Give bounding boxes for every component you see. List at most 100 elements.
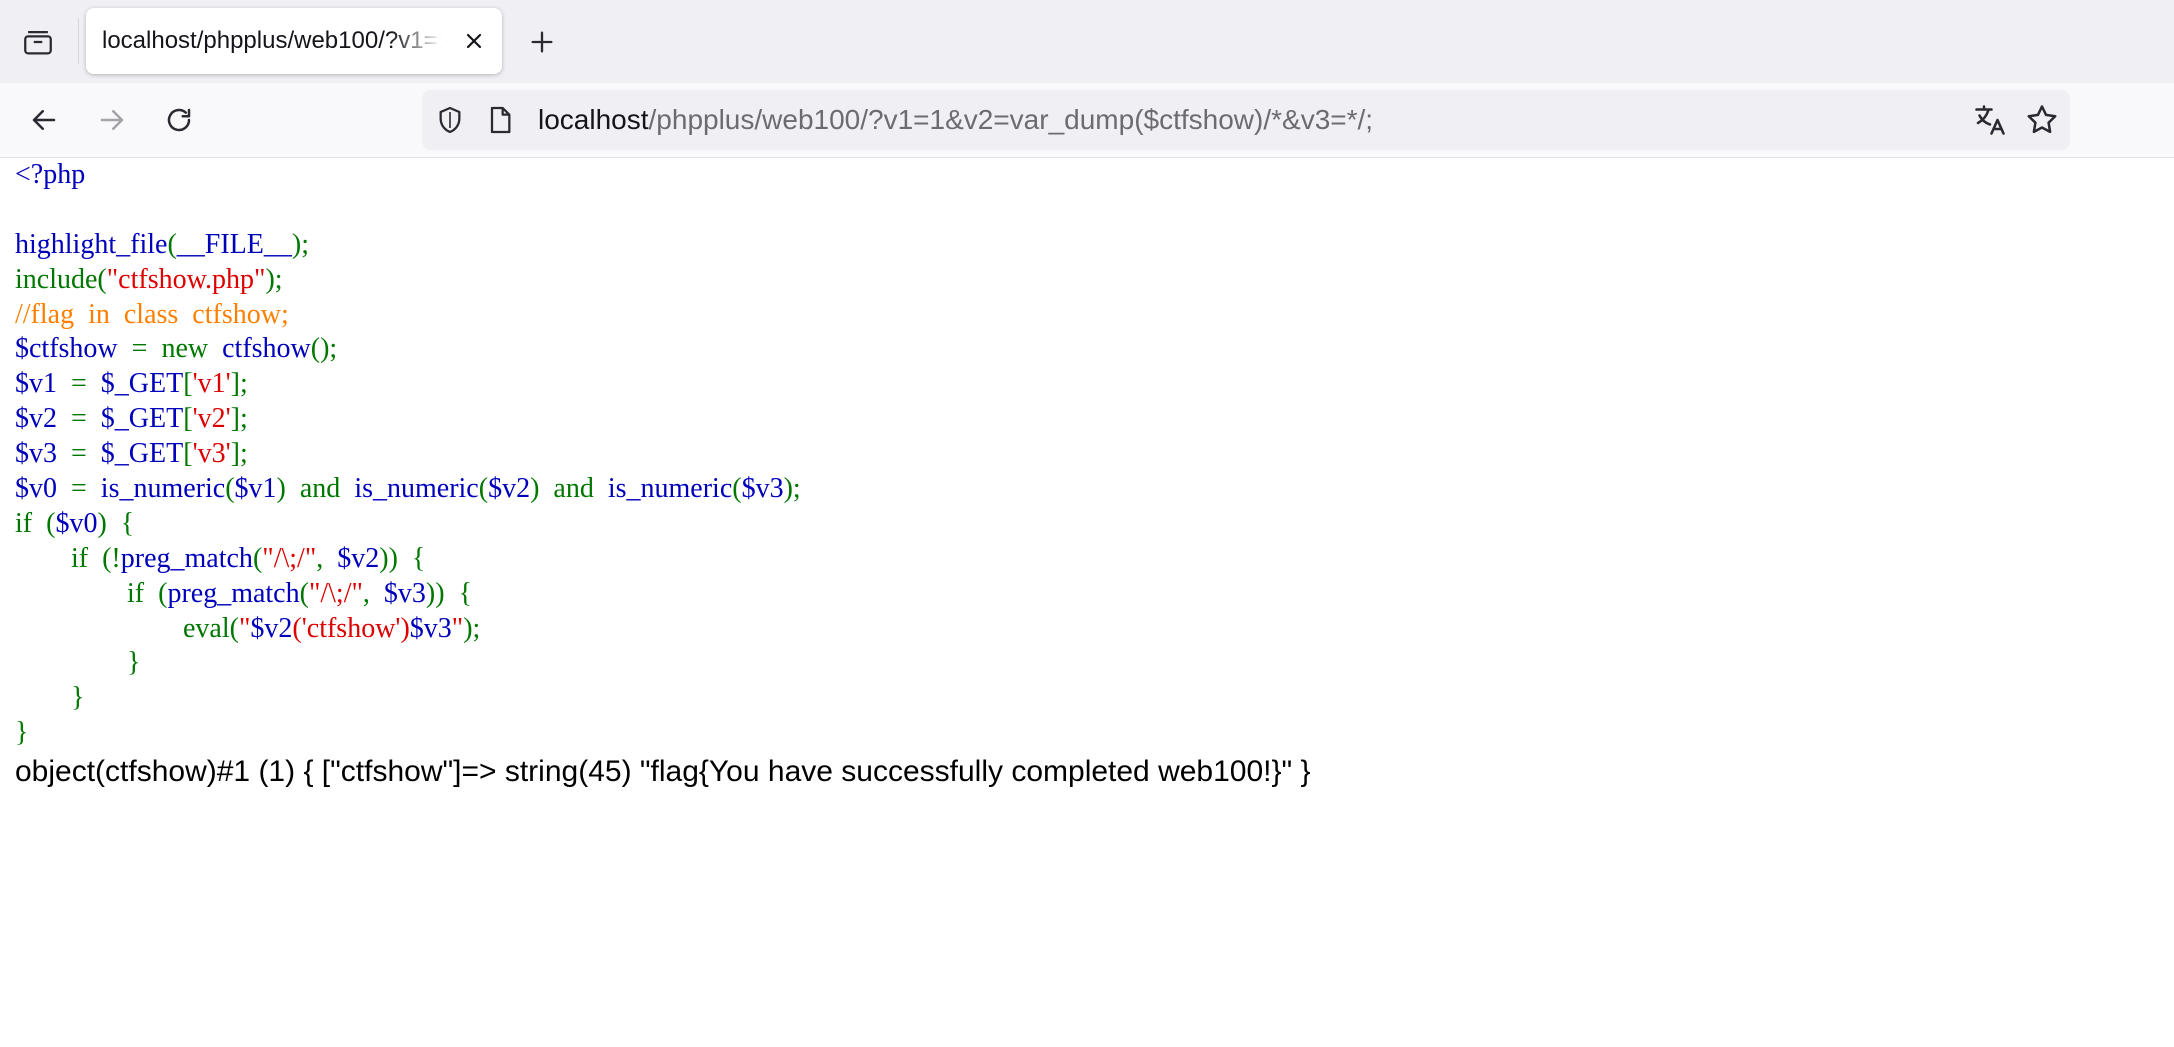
url-host: localhost xyxy=(538,104,649,135)
code-token-keyword: ); xyxy=(783,473,801,505)
code-token-keyword: [ xyxy=(183,438,193,470)
code-token-default: $v1 xyxy=(15,368,64,400)
back-arrow-icon xyxy=(32,110,56,130)
code-line: include("ctfshow.php"); xyxy=(15,263,2155,298)
code-token-keyword: ( xyxy=(252,542,263,574)
code-token-keyword: = xyxy=(64,473,94,505)
code-line: } xyxy=(15,646,2155,681)
code-token-keyword: ]; xyxy=(230,438,248,470)
plus-icon xyxy=(531,31,553,53)
code-token-default: $v3 xyxy=(409,612,452,644)
code-token-keyword: } xyxy=(15,682,85,714)
tab-close-button[interactable] xyxy=(458,25,490,57)
code-line: //flag in class ctfshow; xyxy=(15,298,2155,333)
code-token-default: $v3 xyxy=(741,473,784,505)
code-token-keyword: if (! xyxy=(15,542,121,574)
code-token-default: $v0 xyxy=(55,507,98,539)
code-token-default: is_numeric xyxy=(347,473,479,505)
code-token-keyword: ( xyxy=(225,473,235,505)
code-token-keyword: ); xyxy=(265,263,283,295)
code-token-keyword: ( xyxy=(167,228,177,260)
code-token-default: ctfshow xyxy=(215,333,311,365)
code-token-default: $v3 xyxy=(376,577,426,609)
php-source-code: <?php highlight_file(__FILE__); include("c… xyxy=(15,158,2155,751)
code-token-default: preg_match xyxy=(167,577,300,609)
code-token-keyword: ) and xyxy=(276,473,348,505)
url-text[interactable]: localhost/phpplus/web100/?v1=1&v2=var_du… xyxy=(538,90,1373,150)
code-token-default: <?php xyxy=(15,159,86,190)
code-token-default: is_numeric xyxy=(93,473,226,505)
code-line: $ctfshow = new ctfshow(); xyxy=(15,332,2155,367)
code-token-string: ('ctfshow') xyxy=(292,612,410,644)
code-line: } xyxy=(15,716,2155,751)
code-token-default: $v1 xyxy=(234,473,277,505)
code-token-keyword: )) { xyxy=(379,542,426,574)
code-token-default: is_numeric xyxy=(600,473,733,505)
tab-overview-icon xyxy=(24,30,52,55)
translate-icon[interactable] xyxy=(1972,102,2008,138)
code-line: if ($v0) { xyxy=(15,507,2155,542)
code-token-string: 'v3' xyxy=(192,438,231,470)
code-token-keyword: , xyxy=(362,577,377,609)
code-token-keyword: ) and xyxy=(530,473,601,505)
code-token-string: 'v2' xyxy=(192,403,231,435)
code-token-keyword: ( xyxy=(478,473,489,505)
address-bar[interactable]: localhost/phpplus/web100/?v1=1&v2=var_du… xyxy=(422,90,2070,150)
code-line: eval("$v2('ctfshow')$v3"); xyxy=(15,612,2155,647)
tab-strip-separator xyxy=(78,18,79,64)
code-token-keyword: ); xyxy=(463,612,481,644)
page-icon[interactable] xyxy=(484,104,516,136)
url-path: /phpplus/web100/?v1=1&v2=var_dump($ctfsh… xyxy=(648,104,1374,135)
code-line: $v2 = $_GET['v2']; xyxy=(15,402,2155,437)
code-token-keyword: if ( xyxy=(15,577,168,609)
forward-button[interactable] xyxy=(90,98,134,142)
code-token-default: $v0 xyxy=(15,473,64,505)
code-token-string: " xyxy=(238,612,251,644)
code-token-string: " xyxy=(451,612,464,644)
reload-icon xyxy=(167,108,191,132)
code-token-keyword: = xyxy=(64,403,94,435)
back-button[interactable] xyxy=(22,98,66,142)
code-token-keyword: if ( xyxy=(15,507,56,539)
code-token-default: __FILE__ xyxy=(176,228,292,260)
code-token-default: $v2 xyxy=(330,542,380,574)
code-line: $v3 = $_GET['v3']; xyxy=(15,437,2155,472)
new-tab-button[interactable] xyxy=(522,22,562,62)
code-token-keyword: eval( xyxy=(15,612,239,644)
code-token-string: 'v1' xyxy=(192,368,231,400)
tab-active[interactable]: localhost/phpplus/web100/?v1=1&v2=var_du… xyxy=(86,8,502,74)
code-token-keyword: = xyxy=(64,368,94,400)
code-line: if (preg_match("/\;/", $v3)) { xyxy=(15,577,2155,612)
var-dump-output: object(ctfshow)#1 (1) { ["ctfshow"]=> st… xyxy=(15,755,1311,789)
tab-title: localhost/phpplus/web100/?v1=1&v2=var_du… xyxy=(102,27,442,54)
code-token-keyword: [ xyxy=(183,368,193,400)
code-line: if (!preg_match("/\;/", $v2)) { xyxy=(15,542,2155,577)
code-token-keyword: } xyxy=(15,647,141,679)
code-token-default: $v3 xyxy=(15,438,64,470)
code-token-default: $v2 xyxy=(250,612,293,644)
code-token-keyword: , xyxy=(316,542,331,574)
code-token-default: $v2 xyxy=(15,403,64,435)
reload-button[interactable] xyxy=(157,98,201,142)
shield-icon[interactable] xyxy=(434,104,466,136)
code-line: $v1 = $_GET['v1']; xyxy=(15,367,2155,402)
page-content: <?php highlight_file(__FILE__); include("c… xyxy=(15,158,2155,789)
code-token-keyword: } xyxy=(15,717,29,749)
code-line: highlight_file(__FILE__); xyxy=(15,228,2155,263)
code-token-string: "/\;/" xyxy=(262,542,317,574)
forward-arrow-icon xyxy=(100,110,124,130)
code-token-keyword: ); xyxy=(291,228,309,260)
code-line: } xyxy=(15,681,2155,716)
code-token-keyword: ( xyxy=(299,577,309,609)
code-token-keyword: )) { xyxy=(425,577,473,609)
star-icon[interactable] xyxy=(2024,102,2060,138)
tab-overview-button[interactable] xyxy=(18,22,58,62)
code-token-default: $ctfshow xyxy=(15,333,125,365)
code-line: <?php xyxy=(15,158,2155,193)
code-token-default: $v2 xyxy=(488,473,531,505)
code-token-default: highlight_file xyxy=(15,228,168,260)
code-token-keyword: [ xyxy=(183,403,193,435)
code-token-keyword: ) { xyxy=(97,507,135,539)
code-token-keyword: ( xyxy=(732,473,742,505)
